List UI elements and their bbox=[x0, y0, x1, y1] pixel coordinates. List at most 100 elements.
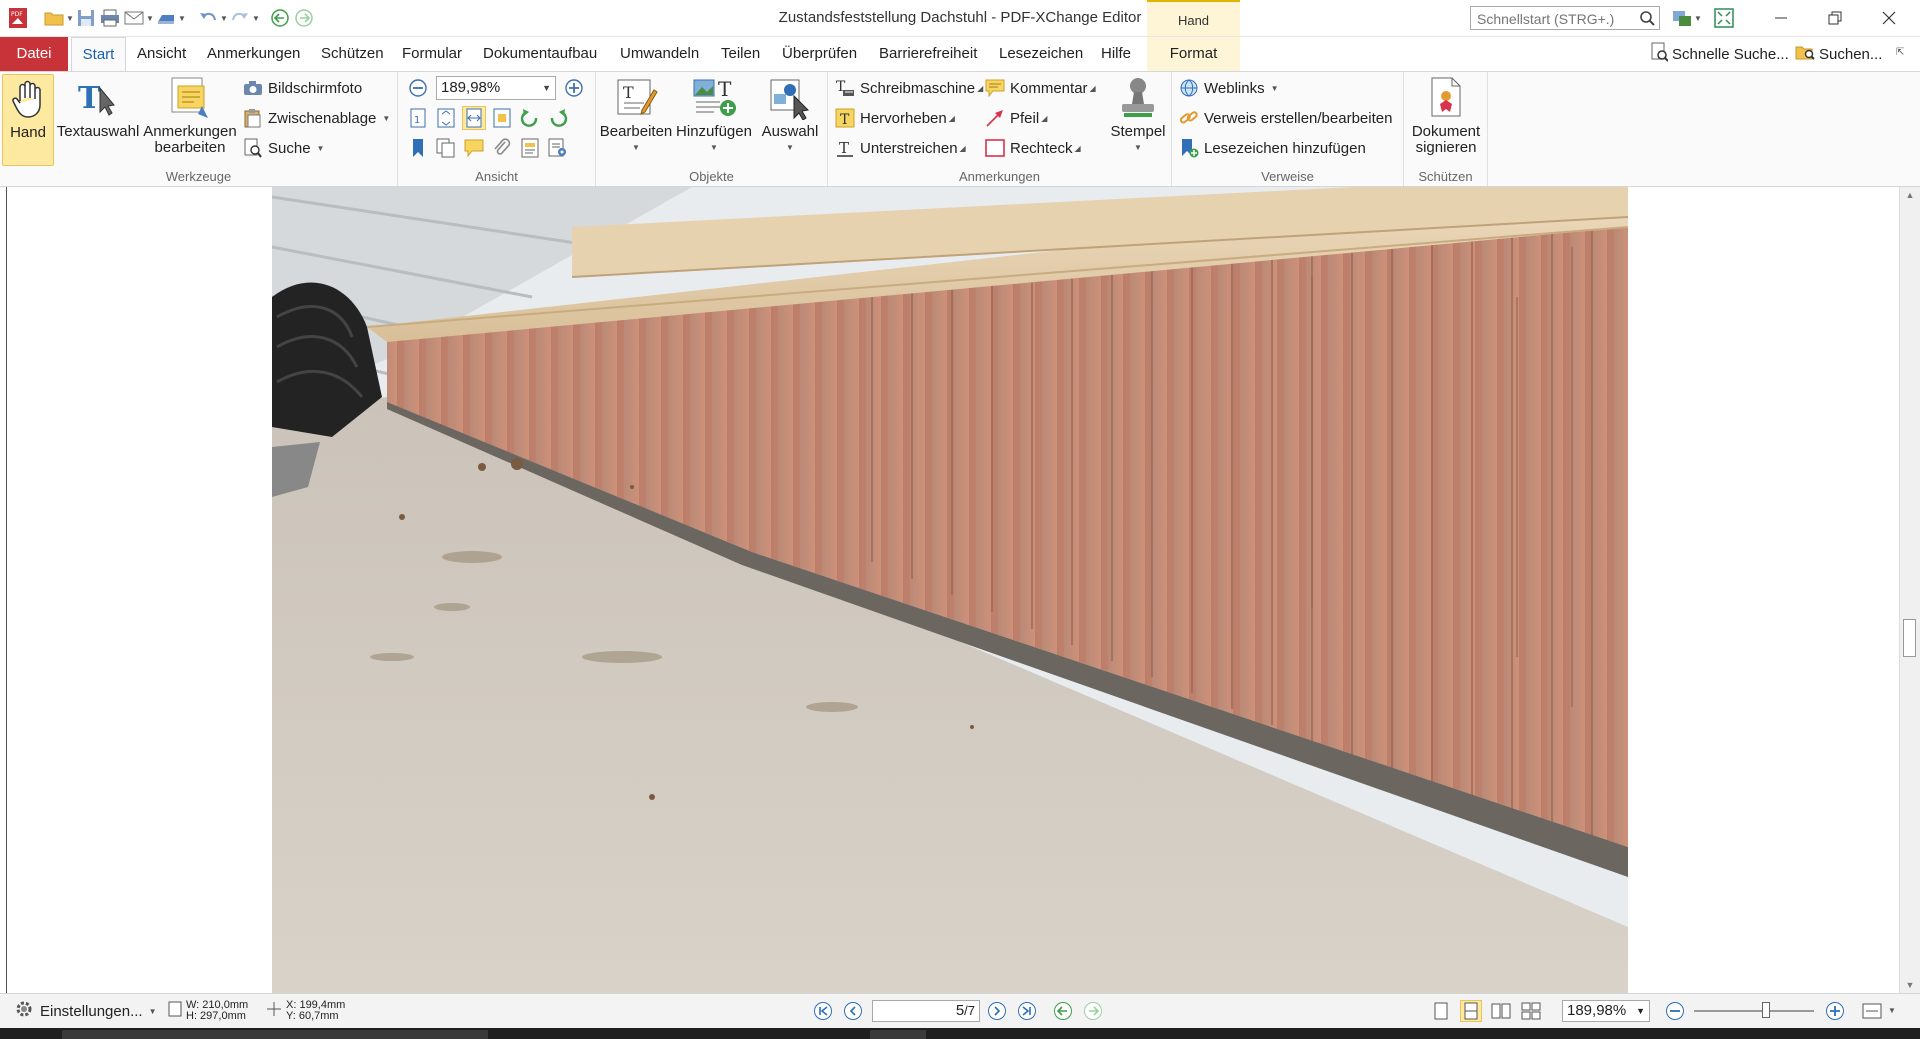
scroll-up-icon[interactable]: ▲ bbox=[1900, 187, 1920, 203]
typewriter-button[interactable]: T Schreibmaschine ◢ bbox=[834, 76, 983, 100]
hand-tool-button[interactable]: Hand bbox=[2, 74, 54, 166]
sign-document-button[interactable]: Dokument signieren bbox=[1408, 74, 1484, 156]
taskbar-item[interactable] bbox=[870, 1030, 926, 1039]
email-icon[interactable] bbox=[122, 6, 146, 30]
tab-schuetzen[interactable]: Schützen bbox=[321, 37, 384, 71]
rectangle-button[interactable]: Rechteck ◢ bbox=[984, 136, 1081, 160]
text-select-tool-button[interactable]: T Textauswahl bbox=[57, 74, 140, 140]
taskbar-item[interactable] bbox=[62, 1030, 488, 1039]
ui-options-dropdown-icon[interactable]: ▼ bbox=[1694, 14, 1702, 23]
collapse-ribbon-icon[interactable]: ⇱ bbox=[1896, 47, 1904, 58]
add-bookmark-button[interactable]: Lesezeichen hinzufügen bbox=[1178, 136, 1366, 160]
status-zoom-combobox[interactable]: 189,98% ▼ bbox=[1562, 1000, 1650, 1022]
document-view[interactable]: ▲ ▼ bbox=[0, 187, 1920, 993]
open-dropdown-icon[interactable]: ▼ bbox=[66, 14, 74, 23]
create-link-button[interactable]: Verweis erstellen/bearbeiten bbox=[1178, 106, 1392, 130]
tab-lesezeichen[interactable]: Lesezeichen bbox=[999, 37, 1083, 71]
tab-ueberpruefen[interactable]: Überprüfen bbox=[782, 37, 857, 71]
minimize-button[interactable] bbox=[1754, 0, 1808, 36]
status-zoom-out-icon[interactable] bbox=[1664, 1000, 1686, 1022]
status-zoom-in-icon[interactable] bbox=[1824, 1000, 1846, 1022]
tab-teilen[interactable]: Teilen bbox=[721, 37, 760, 71]
rotate-right-icon[interactable] bbox=[546, 106, 570, 130]
zoom-out-icon[interactable] bbox=[406, 76, 430, 100]
redo-icon[interactable] bbox=[228, 6, 252, 30]
fit-options-dropdown-icon[interactable]: ▼ bbox=[1888, 1006, 1896, 1015]
scroll-down-icon[interactable]: ▼ bbox=[1900, 977, 1920, 993]
continuous-facing-layout-icon[interactable] bbox=[1520, 1000, 1542, 1022]
zoom-slider[interactable] bbox=[1694, 1002, 1814, 1018]
print-icon[interactable] bbox=[98, 6, 122, 30]
bookmarks-panel-icon[interactable] bbox=[406, 136, 430, 160]
scan-dropdown-icon[interactable]: ▼ bbox=[178, 14, 186, 23]
tab-datei[interactable]: Datei bbox=[0, 37, 68, 71]
comments-panel-icon[interactable] bbox=[462, 136, 486, 160]
tab-formular[interactable]: Formular bbox=[402, 37, 462, 71]
zoom-dropdown-icon[interactable]: ▼ bbox=[542, 77, 551, 99]
undo-icon[interactable] bbox=[196, 6, 220, 30]
arrow-button[interactable]: Pfeil ◢ bbox=[984, 106, 1047, 130]
comment-button[interactable]: Kommentar ◢ bbox=[984, 76, 1096, 100]
quick-search-button[interactable]: Schnelle Suche... bbox=[1650, 42, 1789, 65]
quick-launch-input[interactable] bbox=[1475, 7, 1639, 31]
fullscreen-icon[interactable] bbox=[1712, 6, 1736, 30]
rotate-left-icon[interactable] bbox=[518, 106, 542, 130]
fit-page-icon[interactable] bbox=[434, 106, 458, 130]
fit-width-icon[interactable] bbox=[462, 106, 486, 130]
snapshot-button[interactable]: Bildschirmfoto bbox=[242, 76, 362, 100]
edit-annotations-button[interactable]: Anmerkungen bearbeiten bbox=[142, 74, 238, 156]
undo-dropdown-icon[interactable]: ▼ bbox=[220, 14, 228, 23]
next-view-icon[interactable] bbox=[1082, 1000, 1104, 1022]
quick-launch-search[interactable] bbox=[1470, 6, 1660, 32]
app-logo-icon[interactable]: PDF bbox=[6, 6, 30, 30]
attachments-panel-icon[interactable] bbox=[490, 136, 514, 160]
close-button[interactable] bbox=[1862, 0, 1916, 36]
tab-anmerkungen[interactable]: Anmerkungen bbox=[207, 37, 300, 71]
previous-page-icon[interactable] bbox=[842, 1000, 864, 1022]
status-zoom-dropdown-icon[interactable]: ▼ bbox=[1636, 1001, 1645, 1021]
redo-dropdown-icon[interactable]: ▼ bbox=[252, 14, 260, 23]
previous-view-icon[interactable] bbox=[1052, 1000, 1074, 1022]
page-number-field[interactable]: 5/7 bbox=[872, 1000, 980, 1022]
next-page-icon[interactable] bbox=[986, 1000, 1008, 1022]
stamp-button[interactable]: Stempel ▼ bbox=[1108, 74, 1168, 156]
last-page-icon[interactable] bbox=[1016, 1000, 1038, 1022]
zoom-slider-handle[interactable] bbox=[1762, 1002, 1770, 1018]
search-icon[interactable] bbox=[1639, 10, 1655, 32]
settings-button[interactable]: Einstellungen... ▼ bbox=[14, 1000, 157, 1022]
select-objects-button[interactable]: Auswahl ▼ bbox=[756, 74, 824, 156]
zoom-in-icon[interactable] bbox=[562, 76, 586, 100]
search-button[interactable]: Suchen... bbox=[1795, 43, 1882, 65]
first-page-icon[interactable] bbox=[812, 1000, 834, 1022]
view-settings-icon[interactable] bbox=[546, 136, 570, 160]
facing-layout-icon[interactable] bbox=[1490, 1000, 1512, 1022]
restore-button[interactable] bbox=[1808, 0, 1862, 36]
tab-dokumentaufbau[interactable]: Dokumentaufbau bbox=[483, 37, 597, 71]
highlight-button[interactable]: T Hervorheben ◢ bbox=[834, 106, 955, 130]
actual-size-icon[interactable]: 1 bbox=[406, 106, 430, 130]
tab-ansicht[interactable]: Ansicht bbox=[137, 37, 186, 71]
tab-format[interactable]: Format bbox=[1147, 37, 1240, 71]
fit-visible-icon[interactable] bbox=[490, 106, 514, 130]
thumbnails-panel-icon[interactable] bbox=[434, 136, 458, 160]
open-folder-icon[interactable] bbox=[42, 6, 66, 30]
properties-panel-icon[interactable] bbox=[518, 136, 542, 160]
save-icon[interactable] bbox=[74, 6, 98, 30]
weblinks-button[interactable]: Weblinks ▼ bbox=[1178, 76, 1279, 100]
zoom-combobox[interactable]: 189,98% ▼ bbox=[436, 76, 556, 100]
forward-view-icon[interactable] bbox=[292, 6, 316, 30]
ui-options-icon[interactable] bbox=[1670, 6, 1694, 30]
clipboard-button[interactable]: Zwischenablage ▼ bbox=[242, 106, 390, 130]
underline-button[interactable]: T Unterstreichen ◢ bbox=[834, 136, 966, 160]
edit-objects-button[interactable]: T Bearbeiten ▼ bbox=[600, 74, 672, 156]
tab-barrierefreiheit[interactable]: Barrierefreiheit bbox=[879, 37, 977, 71]
add-objects-button[interactable]: T Hinzufügen ▼ bbox=[674, 74, 754, 156]
continuous-layout-icon[interactable] bbox=[1460, 1000, 1482, 1022]
scrollbar-thumb[interactable] bbox=[1903, 619, 1916, 657]
email-dropdown-icon[interactable]: ▼ bbox=[146, 14, 154, 23]
tab-start[interactable]: Start bbox=[71, 37, 126, 71]
tab-umwandeln[interactable]: Umwandeln bbox=[620, 37, 699, 71]
back-view-icon[interactable] bbox=[268, 6, 292, 30]
vertical-scrollbar[interactable]: ▲ ▼ bbox=[1899, 187, 1920, 993]
single-page-layout-icon[interactable] bbox=[1430, 1000, 1452, 1022]
